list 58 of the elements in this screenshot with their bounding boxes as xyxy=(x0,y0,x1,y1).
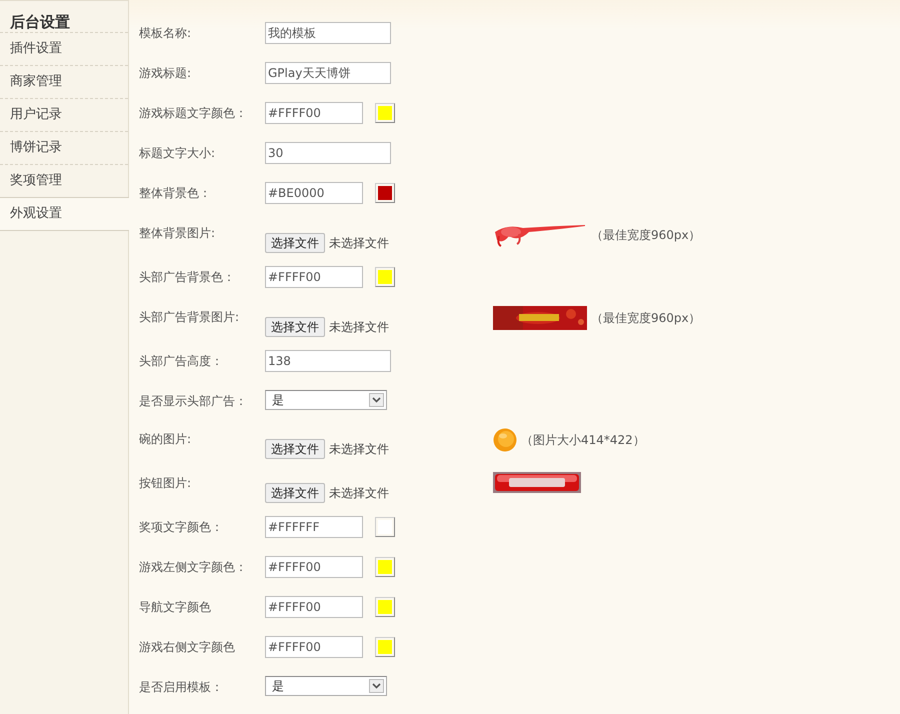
sidebar-item[interactable]: 商家管理 xyxy=(0,66,128,99)
field-label: 头部广告背景图片: xyxy=(139,309,240,326)
color-field[interactable]: #FFFF00 xyxy=(265,636,363,658)
image-hint: （最佳宽度960px） xyxy=(591,226,701,244)
field-label: 碗的图片: xyxy=(139,431,192,448)
color-field[interactable]: #FFFF00 xyxy=(265,596,363,618)
caret-icon xyxy=(369,679,384,693)
color-field[interactable]: #FFFF00 xyxy=(265,102,363,124)
field-label: 是否启用模板： xyxy=(139,679,224,696)
text-field[interactable]: 138 xyxy=(265,350,391,372)
text-field[interactable]: 我的模板 xyxy=(265,22,391,44)
field-label: 游戏右侧文字颜色 xyxy=(139,639,236,656)
field-label: 按钮图片: xyxy=(139,475,192,492)
field-label: 游戏标题文字颜色： xyxy=(139,105,248,122)
file-status: 未选择文件 xyxy=(329,318,389,336)
sidebar-item[interactable]: 用户记录 xyxy=(0,99,128,132)
color-field[interactable]: #BE0000 xyxy=(265,182,363,204)
dropdown-value: 是 xyxy=(272,678,284,694)
color-picker[interactable] xyxy=(375,597,395,617)
choose-file-button[interactable]: 选择文件 xyxy=(265,317,325,337)
field-label: 模板名称: xyxy=(139,25,192,42)
choose-file-button[interactable]: 选择文件 xyxy=(265,439,325,459)
color-picker[interactable] xyxy=(375,557,395,577)
field-label: 游戏标题: xyxy=(139,65,192,82)
caret-icon xyxy=(369,393,384,407)
field-label: 是否显示头部广告： xyxy=(139,393,248,410)
text-field[interactable]: GPlay天天博饼 xyxy=(265,62,391,84)
color-field[interactable]: #FFFF00 xyxy=(265,556,363,578)
color-picker[interactable] xyxy=(375,183,395,203)
field-label: 标题文字大小: xyxy=(139,145,216,162)
sidebar-item[interactable]: 插件设置 xyxy=(0,33,128,66)
field-label: 头部广告高度： xyxy=(139,353,224,370)
dropdown-value: 是 xyxy=(272,392,284,408)
choose-file-button[interactable]: 选择文件 xyxy=(265,233,325,253)
image-hint: （图片大小414*422） xyxy=(521,432,645,448)
choose-file-button[interactable]: 选择文件 xyxy=(265,483,325,503)
dropdown[interactable]: 是 xyxy=(265,390,387,410)
sidebar-title: 后台设置 xyxy=(0,1,128,33)
sidebar-item[interactable]: 外观设置 xyxy=(0,197,129,231)
dropdown[interactable]: 是 xyxy=(265,676,387,696)
field-label: 奖项文字颜色： xyxy=(139,519,224,536)
text-field[interactable]: 30 xyxy=(265,142,391,164)
file-status: 未选择文件 xyxy=(329,234,389,252)
field-label: 游戏左侧文字颜色： xyxy=(139,559,248,576)
color-picker[interactable] xyxy=(375,103,395,123)
file-status: 未选择文件 xyxy=(329,484,389,502)
image-hint: （最佳宽度960px） xyxy=(591,310,701,326)
field-label: 导航文字颜色 xyxy=(139,599,212,616)
field-label: 整体背景图片: xyxy=(139,225,216,242)
color-picker[interactable] xyxy=(375,267,395,287)
file-status: 未选择文件 xyxy=(329,440,389,458)
field-label: 头部广告背景色： xyxy=(139,269,236,286)
field-label: 整体背景色： xyxy=(139,185,212,202)
color-field[interactable]: #FFFF00 xyxy=(265,266,363,288)
color-picker[interactable] xyxy=(375,517,395,537)
color-picker[interactable] xyxy=(375,637,395,657)
sidebar-item[interactable]: 博饼记录 xyxy=(0,132,128,165)
color-field[interactable]: #FFFFFF xyxy=(265,516,363,538)
